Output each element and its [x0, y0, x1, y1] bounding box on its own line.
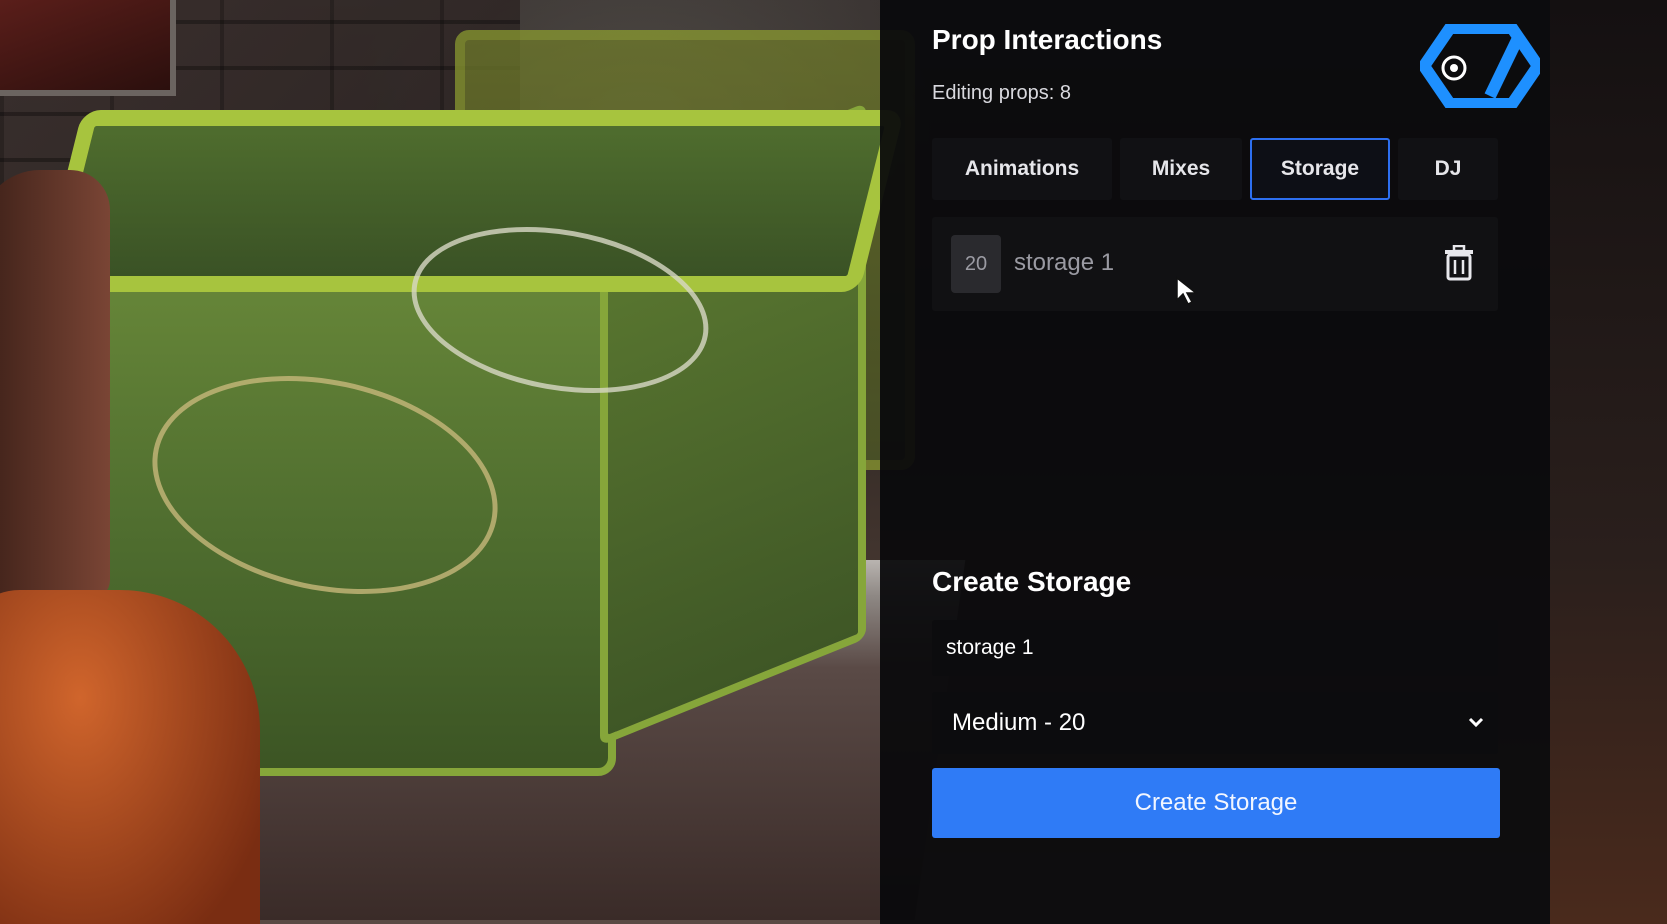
editing-props-count: Editing props: 8 — [932, 82, 1071, 104]
chevron-down-icon — [1466, 712, 1486, 732]
capacity-badge: 20 — [951, 235, 1001, 293]
selected-size: Medium - 20 — [952, 709, 1086, 736]
storage-name: storage 1 — [1014, 249, 1115, 276]
chair-back — [0, 170, 110, 600]
mouse-cursor-icon — [1175, 276, 1199, 306]
wall-panel — [0, 0, 176, 96]
brand-logo-icon — [1418, 22, 1544, 110]
tab-animations[interactable]: Animations — [932, 138, 1112, 200]
storage-list-item[interactable]: 20 storage 1 — [932, 217, 1498, 311]
tab-dj[interactable]: DJ — [1398, 138, 1498, 200]
tab-storage[interactable]: Storage — [1250, 138, 1390, 200]
tab-bar: Animations Mixes Storage DJ — [932, 138, 1498, 200]
scene-right-strip — [1550, 0, 1667, 924]
orange-chair — [0, 590, 260, 924]
storage-size-select[interactable]: Medium - 20 — [932, 692, 1498, 754]
trash-icon[interactable] — [1442, 244, 1476, 281]
create-storage-button[interactable]: Create Storage — [932, 768, 1500, 838]
tab-mixes[interactable]: Mixes — [1120, 138, 1242, 200]
panel-title: Prop Interactions — [932, 24, 1163, 55]
create-storage-heading: Create Storage — [932, 566, 1132, 597]
prop-interactions-panel: Prop Interactions Editing props: 8 Anima… — [880, 0, 1550, 924]
storage-name-input[interactable] — [932, 620, 1498, 676]
